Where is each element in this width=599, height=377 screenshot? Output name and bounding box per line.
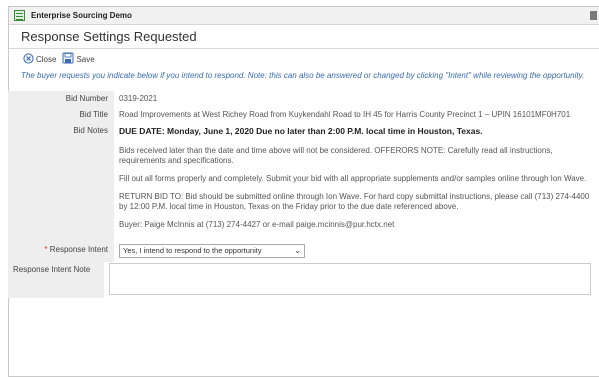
buyer-contact-text: Buyer: Paige McInnis at (713) 274-4427 o… — [119, 220, 395, 229]
bid-notes-paragraph: Fill out all forms properly and complete… — [119, 174, 587, 183]
bid-title-row: Bid Title Road Improvements at West Rich… — [8, 107, 591, 123]
close-label: Close — [36, 54, 57, 64]
bid-notes-row: Bid Notes DUE DATE: Monday, June 1, 2020… — [8, 123, 591, 241]
close-button[interactable]: Close — [23, 52, 57, 66]
window-title: Enterprise Sourcing Demo — [31, 11, 132, 20]
save-icon — [62, 52, 74, 66]
response-intent-field: Yes, I intend to respond to the opportun… — [114, 241, 591, 262]
bid-notes-value: DUE DATE: Monday, June 1, 2020 Due no la… — [114, 123, 591, 241]
response-intent-row: * Response Intent Yes, I intend to respo… — [8, 241, 591, 262]
bid-number-value: 0319-2021 — [119, 94, 158, 103]
response-intent-note-label: Response Intent Note — [8, 262, 104, 298]
window-control-icon[interactable] — [590, 11, 597, 20]
app-icon — [14, 10, 25, 21]
response-intent-label: * Response Intent — [8, 241, 114, 262]
toolbar: Close Save — [9, 49, 599, 69]
chevron-down-icon: ⌄ — [294, 246, 301, 255]
save-label: Save — [76, 54, 95, 64]
required-marker: * — [44, 245, 48, 254]
bid-notes-label: Bid Notes — [8, 123, 114, 241]
response-intent-select[interactable]: Yes, I intend to respond to the opportun… — [119, 244, 305, 258]
bid-notes-paragraph: RETURN BID TO: Bid should be submitted o… — [119, 192, 590, 211]
page-header: Response Settings Requested — [9, 25, 599, 49]
response-intent-note-textarea[interactable] — [109, 263, 591, 295]
response-intent-note-row: Response Intent Note — [8, 262, 591, 298]
bid-notes-paragraph: Bids received later than the date and ti… — [119, 146, 553, 165]
bid-number-label: Bid Number — [8, 91, 114, 107]
bid-number-row: Bid Number 0319-2021 — [8, 91, 591, 107]
response-form: Bid Number 0319-2021 Bid Title Road Impr… — [8, 91, 591, 298]
window-titlebar: Enterprise Sourcing Demo — [9, 7, 599, 25]
close-icon — [23, 52, 34, 66]
page-title: Response Settings Requested — [21, 29, 197, 44]
bid-title-label: Bid Title — [8, 107, 114, 123]
response-intent-selected: Yes, I intend to respond to the opportun… — [123, 246, 262, 255]
bid-title-value: Road Improvements at West Richey Road fr… — [119, 110, 571, 119]
due-date-text: DUE DATE: Monday, June 1, 2020 Due no la… — [119, 126, 483, 136]
response-intent-label-text: Response Intent — [49, 245, 108, 254]
save-button[interactable]: Save — [62, 52, 95, 66]
response-intent-note-field — [104, 262, 591, 298]
